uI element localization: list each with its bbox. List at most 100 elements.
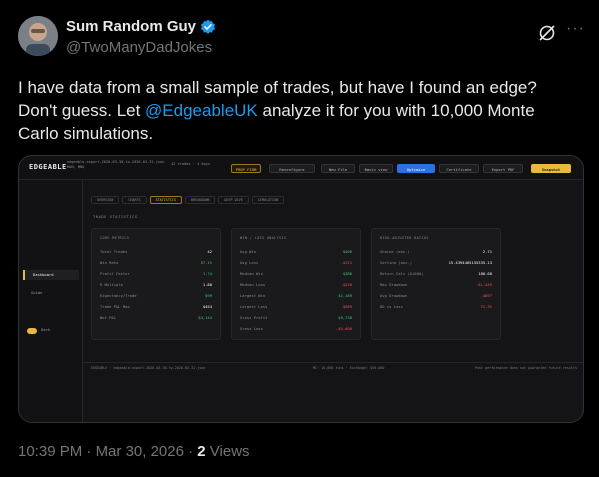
footer-mid: MC: 10,000 runs · Exchange: $50,000 [313,366,385,370]
stat-row: Win Rate 57.1% [100,258,212,267]
stat-value: 42 [207,249,212,254]
snapshot-button[interactable]: Snapshot [531,164,571,173]
tab-statistics[interactable]: STATISTICS [149,196,183,204]
stat-label: Win Rate [100,260,119,265]
sidebar-item-dashboard[interactable]: Dashboard [23,270,79,280]
stat-label: Net P&L [100,315,117,320]
grok-icon[interactable] [536,22,558,44]
stat-row: Trade P&L Max $454 [100,302,212,311]
tab-overview[interactable]: OVERVIEW [91,196,120,204]
stat-row: Gross Profit $9,738 [240,313,352,322]
stat-label: Gross Loss [240,326,263,331]
author-display-name[interactable]: Sum Random Guy [66,18,196,35]
stat-value: 1.80 [202,282,212,287]
export-pdf-button[interactable]: Export PDF [483,164,523,173]
tweet-date[interactable]: Mar 30, 2026 [96,443,184,460]
stat-label: Median Loss [240,282,266,287]
author-handle[interactable]: @TwoManyDadJokes [66,39,212,56]
certificate-button[interactable]: Certificate [439,164,479,173]
sidebar-item-guide[interactable]: Guide [23,288,79,298]
basic-view-button[interactable]: Basic view [359,164,393,173]
optimize-button[interactable]: Optimize [397,164,435,173]
stat-row: Profit Factor 1.74 [100,269,212,278]
stat-label: Sharpe (ann.) [380,249,410,254]
meta-separator: · [183,443,198,460]
section-title: TRADE STATISTICS [93,214,138,219]
stat-value: $9,738 [338,315,352,320]
stat-row: Avg Loss -$311 [240,258,352,267]
media-screenshot[interactable]: EDGEABLE edgeable-export-2026-03-30-to-2… [18,155,584,423]
tab-deep-dive[interactable]: DEEP DIVE [218,196,249,204]
stat-row: Sortino (ann.) 15.4394465155335.13 [380,258,492,267]
more-options-icon[interactable]: ··· [566,20,585,38]
stat-label: Trade P&L Max [100,304,130,309]
stat-row: Expectancy/Trade $99 [100,291,212,300]
app-tabs: OVERVIEW CHARTS STATISTICS BREAKDOWN DEE… [91,196,285,204]
meta-separator: · [82,443,96,460]
mention-link[interactable]: @EdgeableUK [145,101,258,120]
stat-row: Largest Win $1,189 [240,291,352,300]
footer-right: Past performance does not guarantee futu… [474,366,577,370]
stat-label: Avg Win [240,249,257,254]
stat-value: $406 [342,249,352,254]
tweet-text: I have data from a small sample of trade… [18,76,578,145]
stat-value: $1,189 [338,293,352,298]
core-metrics-panel: CORE METRICS Total Trades 42 Win Rate 57.1… [91,228,221,340]
app-logo: EDGEABLE [29,163,67,171]
stat-label: Largest Win [240,293,266,298]
stat-row: Net P&L $4,143 [100,313,212,322]
stat-value: 180.60 [478,271,492,276]
trade-count: 42 trades · 4 days [171,162,210,166]
stat-label: Median Win [240,271,263,276]
stat-label: Total Trades [100,249,128,254]
stat-label: Max Drawdown [380,282,408,287]
stat-row: DD vs Loss 72.3% [380,302,492,311]
reconfigure-button[interactable]: Reconfigure [269,164,315,173]
avatar[interactable] [18,16,58,56]
stat-row: Median Loss -$226 [240,280,352,289]
panel-title: CORE METRICS [100,236,130,240]
stat-value: $454 [202,304,212,309]
stat-label: DD vs Loss [380,304,403,309]
risk-ratios-panel: RISK-ADJUSTED RATIOS Sharpe (ann.) 2.71 S… [371,228,501,340]
stat-value: $4,143 [198,315,212,320]
tab-charts[interactable]: CHARTS [122,196,147,204]
views-count[interactable]: 2 [197,443,205,460]
stat-row: Gross Loss -$5,600 [240,324,352,333]
stat-label: Sortino (ann.) [380,260,413,265]
tweet-time[interactable]: 10:39 PM [18,443,82,460]
stat-row: Max Drawdown -$1,445 [380,280,492,289]
app-toolbar: EDGEABLE edgeable-export-2026-03-30-to-2… [19,156,583,180]
dark-mode-toggle[interactable] [27,328,37,334]
win-loss-panel: WIN / LOSS ANALYSIS Avg Win $406 Avg Loss… [231,228,361,340]
views-label: Views [205,443,250,460]
stat-value: $386 [342,271,352,276]
tweet-meta: 10:39 PM · Mar 30, 2026 · 2 Views [18,443,250,460]
stat-value: 15.4394465155335.13 [448,260,492,265]
stat-value: -$989 [340,304,352,309]
stat-label: Largest Loss [240,304,268,309]
app-sidebar: Dashboard Guide Dark [19,180,83,422]
stat-row: Avg Win $406 [240,247,352,256]
stat-value: 57.1% [200,260,212,265]
stat-value: -$897 [480,293,492,298]
stat-label: Profit Factor [100,271,130,276]
prop-firm-button[interactable]: PROP FIRM [231,164,261,173]
tab-breakdown[interactable]: BREAKDOWN [185,196,216,204]
stat-value: $99 [205,293,212,298]
stat-label: Return Calc ($1000) [380,271,424,276]
dark-mode-label: Dark [41,327,51,332]
verified-badge-icon[interactable] [200,19,216,35]
stat-row: Avg Drawdown -$897 [380,291,492,300]
author-name-row: Sum Random Guy [66,18,216,35]
tab-simulation[interactable]: SIMULATION [251,196,285,204]
panel-title: WIN / LOSS ANALYSIS [240,236,287,240]
stat-label: R Multiple [100,282,123,287]
new-file-button[interactable]: New File [321,164,355,173]
stat-row: Largest Loss -$989 [240,302,352,311]
stat-label: Gross Profit [240,315,268,320]
stat-label: Avg Drawdown [380,293,408,298]
panel-title: RISK-ADJUSTED RATIOS [380,236,429,240]
stat-value: 72.3% [480,304,492,309]
stat-value: -$226 [340,282,352,287]
